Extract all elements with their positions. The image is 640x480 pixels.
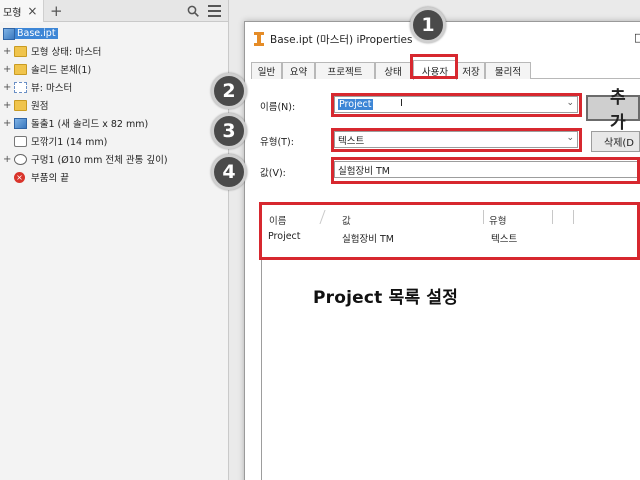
annotation-highlight-value [331, 157, 640, 184]
tree-item-label: 구멍1 (Ø10 mm 전체 관통 깊이) [31, 155, 168, 166]
tab-save[interactable]: 저장 [457, 62, 485, 79]
tree-item-fillet[interactable]: 모깎기1 (14 mm) [0, 132, 229, 150]
tree-item-label: 부품의 끝 [31, 173, 69, 184]
folder-icon [14, 45, 27, 57]
expand-icon[interactable]: + [3, 100, 11, 111]
tree-item-hole[interactable]: + 구멍1 (Ø10 mm 전체 관통 깊이) [0, 150, 229, 168]
tab-physical[interactable]: 물리적 [485, 62, 531, 79]
tree-item-label: 솔리드 본체(1) [31, 65, 92, 76]
tab-model-label: 모형 [3, 7, 22, 19]
tab-project[interactable]: 프로젝트 [315, 62, 375, 79]
model-tree: Base.ipt + 모형 상태: 마스터 + 솔리드 본체(1) + 뷰: 마… [0, 25, 229, 186]
delete-button[interactable]: 삭제(D [591, 131, 640, 152]
callout-3: 3 [211, 113, 247, 149]
close-icon[interactable]: × [27, 4, 37, 18]
model-browser: 모형 × + Base.ipt + 모형 상태: 마스터 + 솔리드 본체(1)… [0, 0, 229, 480]
part-icon [3, 27, 15, 40]
extrude-icon [14, 117, 27, 129]
value-label: 값(V): [260, 168, 286, 179]
view-icon [14, 81, 27, 93]
annotation-highlight-type [331, 128, 582, 152]
expand-icon[interactable]: + [3, 64, 11, 75]
tree-item-end-of-part[interactable]: × 부품의 끝 [0, 168, 229, 186]
search-icon[interactable] [187, 5, 199, 17]
tree-item-label: 모형 상태: 마스터 [31, 47, 102, 58]
tree-item-label: Base.ipt [15, 28, 58, 39]
fillet-icon [14, 135, 27, 147]
inventor-app-icon [254, 32, 264, 46]
folder-icon [14, 63, 27, 75]
expand-icon[interactable]: + [3, 154, 11, 165]
end-of-part-icon: × [14, 171, 25, 183]
tab-general[interactable]: 일반 [251, 62, 282, 79]
annotation-highlight-tab [410, 54, 458, 79]
callout-1: 1 [410, 7, 446, 43]
callout-2: 2 [211, 73, 247, 109]
hamburger-menu-icon[interactable] [208, 5, 221, 17]
name-label: 이름(N): [260, 102, 296, 113]
dialog-title: Base.ipt (마스터) iProperties [270, 33, 413, 46]
tree-item-label: 원점 [31, 101, 49, 112]
tab-status[interactable]: 상태 [375, 62, 411, 79]
annotation-highlight-name [331, 93, 582, 117]
add-button-label: 추가 [610, 88, 626, 133]
tab-model[interactable]: 모형 × [0, 0, 44, 22]
tree-item-label: 돌출1 (새 솔리드 x 82 mm) [31, 119, 149, 130]
tree-item-origin[interactable]: + 원점 [0, 96, 229, 114]
tree-item-view[interactable]: + 뷰: 마스터 [0, 78, 229, 96]
tree-item-solid-bodies[interactable]: + 솔리드 본체(1) [0, 60, 229, 78]
window-control-icon[interactable]: □ [634, 31, 640, 44]
callout-4: 4 [211, 154, 247, 190]
annotation-caption: Project 목록 설정 [313, 288, 459, 308]
type-label: 유형(T): [260, 137, 294, 148]
tree-item-model-state[interactable]: + 모형 상태: 마스터 [0, 42, 229, 60]
expand-icon[interactable]: + [3, 82, 11, 93]
delete-button-label: 삭제(D [604, 138, 635, 149]
expand-icon[interactable]: + [3, 46, 11, 57]
browser-tab-strip: 모형 × + [0, 0, 228, 22]
add-tab-icon[interactable]: + [50, 2, 63, 20]
tab-summary[interactable]: 요약 [282, 62, 315, 79]
add-button[interactable]: 추가 [586, 88, 640, 133]
tree-item-label: 모깎기1 (14 mm) [31, 137, 108, 148]
tree-item-label: 뷰: 마스터 [31, 83, 73, 94]
expand-icon[interactable]: + [3, 118, 11, 129]
hole-icon [14, 153, 27, 165]
tree-item-extrude[interactable]: + 돌출1 (새 솔리드 x 82 mm) [0, 114, 229, 132]
annotation-highlight-list [259, 202, 640, 260]
folder-icon [14, 99, 27, 111]
tree-item-base-part[interactable]: Base.ipt [0, 25, 229, 42]
